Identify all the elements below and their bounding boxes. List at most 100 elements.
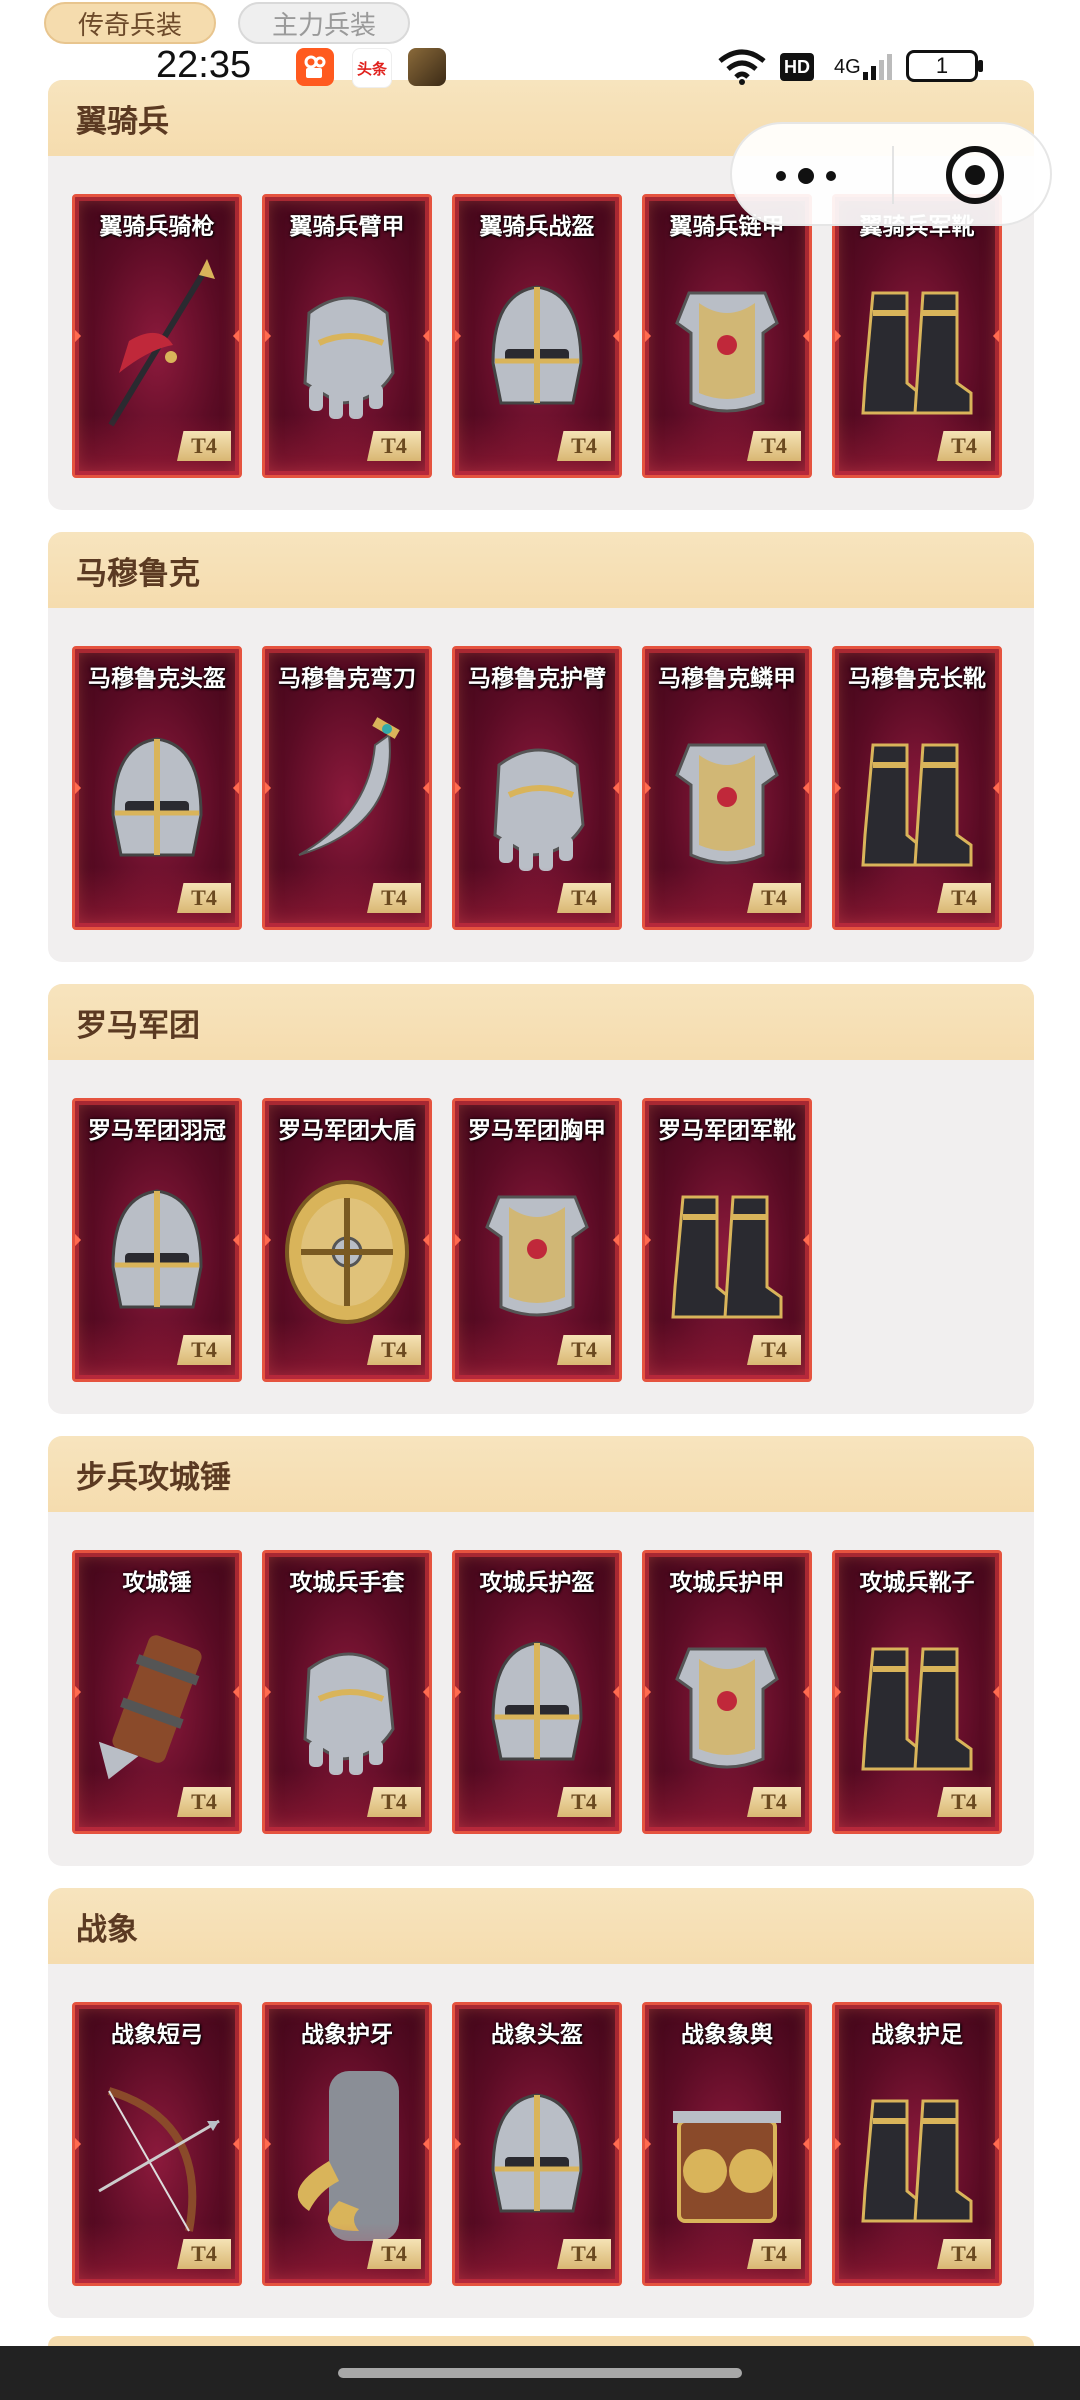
equipment-card[interactable]: 战象短弓 T4 xyxy=(72,2002,242,2286)
equipment-name: 攻城兵靴子 xyxy=(859,1570,975,1596)
equipment-name: 罗马军团羽冠 xyxy=(88,1118,226,1144)
section-title: 罗马军团 xyxy=(48,984,1034,1060)
equipment-name: 罗马军团大盾 xyxy=(278,1118,416,1144)
equipment-name: 战象短弓 xyxy=(111,2022,203,2048)
equipment-name: 攻城兵手套 xyxy=(289,1570,405,1596)
equipment-grid: 战象短弓 T4 战象护牙 T4 战象头盔 T4 战象象舆 T4 战象护足 T4 xyxy=(72,2002,1002,2286)
tier-badge: T4 xyxy=(367,431,421,461)
tier-badge: T4 xyxy=(557,1335,611,1365)
toutiao-icon: 头条 xyxy=(352,48,392,88)
home-indicator[interactable] xyxy=(338,2368,742,2378)
equipment-name: 翼骑兵战盔 xyxy=(479,214,595,240)
tier-badge: T4 xyxy=(177,1335,231,1365)
equipment-card[interactable]: 罗马军团军靴 T4 xyxy=(642,1098,812,1382)
tier-badge: T4 xyxy=(937,2239,991,2269)
equipment-card[interactable]: 马穆鲁克头盔 T4 xyxy=(72,646,242,930)
battery-level: 1 xyxy=(935,53,949,78)
equipment-name: 攻城兵护盔 xyxy=(479,1570,595,1596)
wifi-icon xyxy=(716,48,768,86)
equipment-name: 攻城锤 xyxy=(122,1570,192,1596)
equipment-card[interactable]: 翼骑兵骑枪 T4 xyxy=(72,194,242,478)
equipment-card[interactable]: 翼骑兵军靴 T4 xyxy=(832,194,1002,478)
tier-badge: T4 xyxy=(747,1335,801,1365)
equipment-grid: 罗马军团羽冠 T4 罗马军团大盾 T4 罗马军团胸甲 T4 罗马军团军靴 T4 xyxy=(72,1098,812,1382)
equipment-name: 马穆鲁克弯刀 xyxy=(278,666,416,692)
equipment-card[interactable]: 攻城兵手套 T4 xyxy=(262,1550,432,1834)
equipment-card[interactable]: 战象象舆 T4 xyxy=(642,2002,812,2286)
tier-badge: T4 xyxy=(747,2239,801,2269)
equipment-card[interactable]: 攻城锤 T4 xyxy=(72,1550,242,1834)
equipment-card[interactable]: 战象护足 T4 xyxy=(832,2002,1002,2286)
equipment-name: 罗马军团军靴 xyxy=(658,1118,796,1144)
equipment-card[interactable]: 马穆鲁克鳞甲 T4 xyxy=(642,646,812,930)
tier-badge: T4 xyxy=(367,1787,421,1817)
equipment-name: 马穆鲁克鳞甲 xyxy=(658,666,796,692)
signal-icon: 4G xyxy=(834,48,893,86)
tier-badge: T4 xyxy=(367,2239,421,2269)
equipment-grid: 马穆鲁克头盔 T4 马穆鲁克弯刀 T4 马穆鲁克护臂 T4 马穆鲁克鳞甲 T4 马穆鲁克长靴 T4 xyxy=(72,646,1002,930)
status-bar: 22:35 头条 HD 4G 1 xyxy=(0,44,1080,90)
equipment-card[interactable]: 罗马军团羽冠 T4 xyxy=(72,1098,242,1382)
equipment-section: 罗马军团罗马军团羽冠 T4 罗马军团大盾 T4 罗马军团胸甲 T4 罗马军团军靴 T4 xyxy=(48,984,1034,1414)
equipment-name: 罗马军团胸甲 xyxy=(468,1118,606,1144)
equipment-card[interactable]: 攻城兵护甲 T4 xyxy=(642,1550,812,1834)
equipment-name: 马穆鲁克头盔 xyxy=(88,666,226,692)
equipment-name: 战象护足 xyxy=(871,2022,963,2048)
equipment-card[interactable]: 罗马军团大盾 T4 xyxy=(262,1098,432,1382)
equipment-name: 马穆鲁克护臂 xyxy=(468,666,606,692)
tier-badge: T4 xyxy=(367,883,421,913)
section-title: 马穆鲁克 xyxy=(48,532,1034,608)
equipment-name: 战象护牙 xyxy=(301,2022,393,2048)
tier-badge: T4 xyxy=(937,1787,991,1817)
section-title: 步兵攻城锤 xyxy=(48,1436,1034,1512)
tier-badge: T4 xyxy=(747,883,801,913)
equipment-card[interactable]: 战象头盔 T4 xyxy=(452,2002,622,2286)
network-type: 4G xyxy=(834,55,861,78)
tier-badge: T4 xyxy=(557,431,611,461)
equipment-card[interactable]: 翼骑兵链甲 T4 xyxy=(642,194,812,478)
capsule-divider xyxy=(892,146,894,204)
close-icon[interactable] xyxy=(946,146,1004,204)
equipment-card[interactable]: 攻城兵靴子 T4 xyxy=(832,1550,1002,1834)
tab-legendary-gear[interactable]: 传奇兵装 xyxy=(44,2,217,44)
hd-icon: HD xyxy=(780,53,814,81)
tier-badge: T4 xyxy=(747,431,801,461)
equipment-section: 马穆鲁克 马穆鲁克头盔 T4 马穆鲁克弯刀 T4 马穆鲁克护臂 T4 马穆鲁克鳞甲 T4 马穆鲁克… xyxy=(48,532,1034,962)
equipment-grid: 翼骑兵骑枪 T4 翼骑兵臂甲 T4 翼骑兵战盔 T4 翼骑兵链甲 T4 翼骑兵军靴 T4 xyxy=(72,194,1002,478)
tier-badge: T4 xyxy=(557,2239,611,2269)
equipment-grid: 攻城锤 T4 攻城兵手套 T4 攻城兵护盔 T4 攻城兵护甲 T4 攻城兵靴子 T4 xyxy=(72,1550,1002,1834)
tier-badge: T4 xyxy=(177,2239,231,2269)
equipment-card[interactable]: 翼骑兵臂甲 T4 xyxy=(262,194,432,478)
more-icon[interactable] xyxy=(776,168,836,184)
equipment-card[interactable]: 攻城兵护盔 T4 xyxy=(452,1550,622,1834)
equipment-name: 翼骑兵臂甲 xyxy=(289,214,405,240)
equipment-card[interactable]: 翼骑兵战盔 T4 xyxy=(452,194,622,478)
system-nav-bar xyxy=(0,2346,1080,2400)
equipment-card[interactable]: 马穆鲁克护臂 T4 xyxy=(452,646,622,930)
equipment-section: 步兵攻城锤攻城锤 T4 攻城兵手套 T4 攻城兵护盔 T4 攻城兵护甲 T4 攻城兵靴子 T4 xyxy=(48,1436,1034,1866)
equipment-name: 攻城兵护甲 xyxy=(669,1570,785,1596)
section-title: 战象 xyxy=(48,1888,1034,1964)
equipment-name: 马穆鲁克长靴 xyxy=(848,666,986,692)
equipment-card[interactable]: 马穆鲁克长靴 T4 xyxy=(832,646,1002,930)
equipment-name: 战象头盔 xyxy=(491,2022,583,2048)
tier-badge: T4 xyxy=(937,883,991,913)
tier-badge: T4 xyxy=(367,1335,421,1365)
category-tabs: 传奇兵装 主力兵装 xyxy=(44,2,411,44)
tier-badge: T4 xyxy=(177,883,231,913)
tier-badge: T4 xyxy=(557,883,611,913)
equipment-name: 翼骑兵骑枪 xyxy=(99,214,215,240)
tab-main-gear[interactable]: 主力兵装 xyxy=(238,2,411,44)
tier-badge: T4 xyxy=(177,431,231,461)
battery-icon: 1 xyxy=(906,50,978,82)
equipment-name: 战象象舆 xyxy=(681,2022,773,2048)
tier-badge: T4 xyxy=(747,1787,801,1817)
equipment-section: 战象战象短弓 T4 战象护牙 T4 战象头盔 T4 战象象舆 T4 战象护足 T4 xyxy=(48,1888,1034,2318)
equipment-card[interactable]: 马穆鲁克弯刀 T4 xyxy=(262,646,432,930)
next-section-header xyxy=(48,2336,1034,2346)
tier-badge: T4 xyxy=(177,1787,231,1817)
equipment-card[interactable]: 战象护牙 T4 xyxy=(262,2002,432,2286)
tier-badge: T4 xyxy=(557,1787,611,1817)
kuaishou-icon xyxy=(296,48,334,86)
equipment-card[interactable]: 罗马军团胸甲 T4 xyxy=(452,1098,622,1382)
